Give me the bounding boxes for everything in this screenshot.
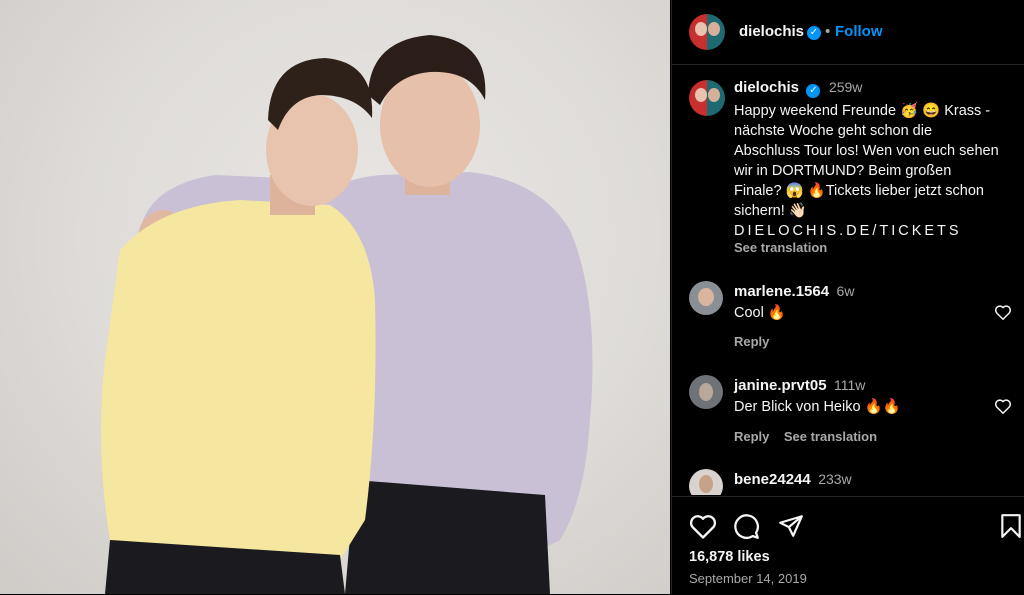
comment: bene24244 233w [734, 471, 994, 489]
photo-illustration [101, 35, 593, 594]
avatar-face-right [708, 88, 720, 102]
caption-author-avatar[interactable] [689, 80, 725, 116]
comments-list[interactable]: dielochis ✓ 259w Happy weekend Freunde 🥳… [672, 65, 1024, 495]
follow-button[interactable]: Follow [835, 23, 883, 40]
comment-time[interactable]: 233w [818, 471, 851, 487]
caption-line: wir in DORTMUND? Beim großen [734, 163, 952, 179]
caption-username[interactable]: dielochis [734, 79, 799, 96]
comment-text: Der Blick von Heiko 🔥🔥 [734, 399, 901, 415]
avatar-face [699, 383, 713, 401]
author-username[interactable]: dielochis [739, 23, 804, 40]
comment: marlene.1564 6w Cool 🔥 Reply [734, 283, 984, 349]
header-separator: • [825, 23, 831, 40]
comment-text: Cool 🔥 [734, 305, 786, 321]
caption-time[interactable]: 259w [829, 79, 862, 95]
post-photo[interactable] [0, 0, 670, 594]
post-side-panel: dielochis ✓ • Follow dielochis ✓ 259w Ha… [671, 0, 1024, 594]
commenter-avatar[interactable] [689, 281, 723, 315]
avatar-face-left [695, 22, 707, 36]
comment-see-translation[interactable]: See translation [784, 429, 877, 444]
dark-trousers-right [345, 480, 550, 594]
caption-line: Abschluss Tour los! Wen von euch sehen [734, 143, 999, 159]
verified-badge-icon: ✓ [806, 84, 821, 98]
comment-icon[interactable] [733, 513, 760, 540]
heart-icon[interactable] [689, 514, 717, 540]
caption-line: Happy weekend Freunde 🥳 😄 Krass - [734, 103, 991, 119]
caption-line: nächste Woche geht schon die [734, 123, 933, 139]
comment-time[interactable]: 6w [837, 283, 855, 299]
comment: janine.prvt05 111w Der Blick von Heiko 🔥… [734, 377, 994, 446]
verified-badge-icon: ✓ [807, 26, 821, 40]
caption-line: Finale? 😱 🔥Tickets lieber jetzt schon [734, 183, 984, 199]
avatar-face-right [708, 22, 720, 36]
caption-see-translation[interactable]: See translation [734, 240, 1019, 255]
reply-button[interactable]: Reply [734, 334, 984, 349]
caption: dielochis ✓ 259w Happy weekend Freunde 🥳… [734, 79, 1019, 255]
post-header: dielochis ✓ • Follow [672, 0, 1024, 65]
caption-line: sichern! 👋🏻 [734, 203, 807, 219]
comment-time[interactable]: 111w [834, 377, 865, 393]
post-date[interactable]: September 14, 2019 [689, 571, 807, 586]
reply-button[interactable]: Reply [734, 429, 769, 444]
bookmark-icon[interactable] [999, 513, 1023, 539]
commenter-avatar[interactable] [689, 469, 723, 495]
tickets-link[interactable]: DIELOCHIS.DE/TICKETS [734, 223, 1019, 239]
like-comment-heart-icon[interactable] [994, 398, 1012, 415]
yellow-sweater [101, 200, 376, 560]
comment-username[interactable]: bene24244 [734, 471, 811, 488]
share-icon[interactable] [778, 513, 804, 539]
author-avatar[interactable] [689, 14, 725, 50]
likes-count[interactable]: 16,878 likes [689, 549, 770, 565]
commenter-avatar[interactable] [689, 375, 723, 409]
comment-username[interactable]: janine.prvt05 [734, 377, 827, 394]
like-comment-heart-icon[interactable] [994, 304, 1012, 321]
comment-username[interactable]: marlene.1564 [734, 283, 829, 300]
avatar-face [698, 288, 714, 306]
avatar-face [699, 475, 713, 493]
post-actions: 16,878 likes September 14, 2019 [672, 496, 1024, 595]
avatar-face-left [695, 88, 707, 102]
